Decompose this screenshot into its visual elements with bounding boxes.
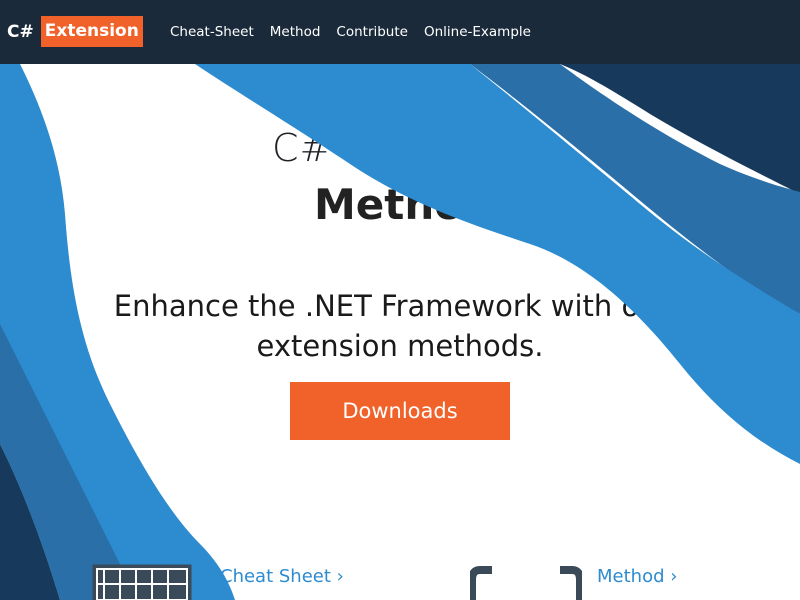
nav-item-contribute[interactable]: Contribute [336,24,408,40]
brand-prefix: C# [7,21,34,42]
nav-links: Cheat-Sheet Method Contribute Online-Exa… [170,0,547,64]
hero-title-prefix: C# [272,126,333,170]
grid-icon [92,564,192,600]
nav-item-cheat-sheet[interactable]: Cheat-Sheet [170,24,254,40]
brand-logo[interactable]: C# Extension [7,16,143,47]
hero-subtitle: Enhance the .NET Framework with over ext… [0,286,800,366]
feature-link-method[interactable]: Method › [597,566,677,587]
hero-subtitle-line2: extension methods. [256,329,544,363]
hero-subtitle-line1: Enhance the .NET Framework with over [113,289,687,323]
hero-section: C# Methods Enhance the .NET Framework wi… [0,64,800,600]
braces-icon [470,566,582,600]
brand-name: Extension [40,16,143,47]
top-navbar: C# Extension Cheat-Sheet Method Contribu… [0,0,800,64]
nav-item-method[interactable]: Method [270,24,321,40]
downloads-button[interactable]: Downloads [290,382,510,440]
nav-item-online-example[interactable]: Online-Example [424,24,531,40]
hero-title: Methods [314,180,519,229]
feature-link-cheat-sheet[interactable]: Cheat Sheet › [220,566,344,587]
